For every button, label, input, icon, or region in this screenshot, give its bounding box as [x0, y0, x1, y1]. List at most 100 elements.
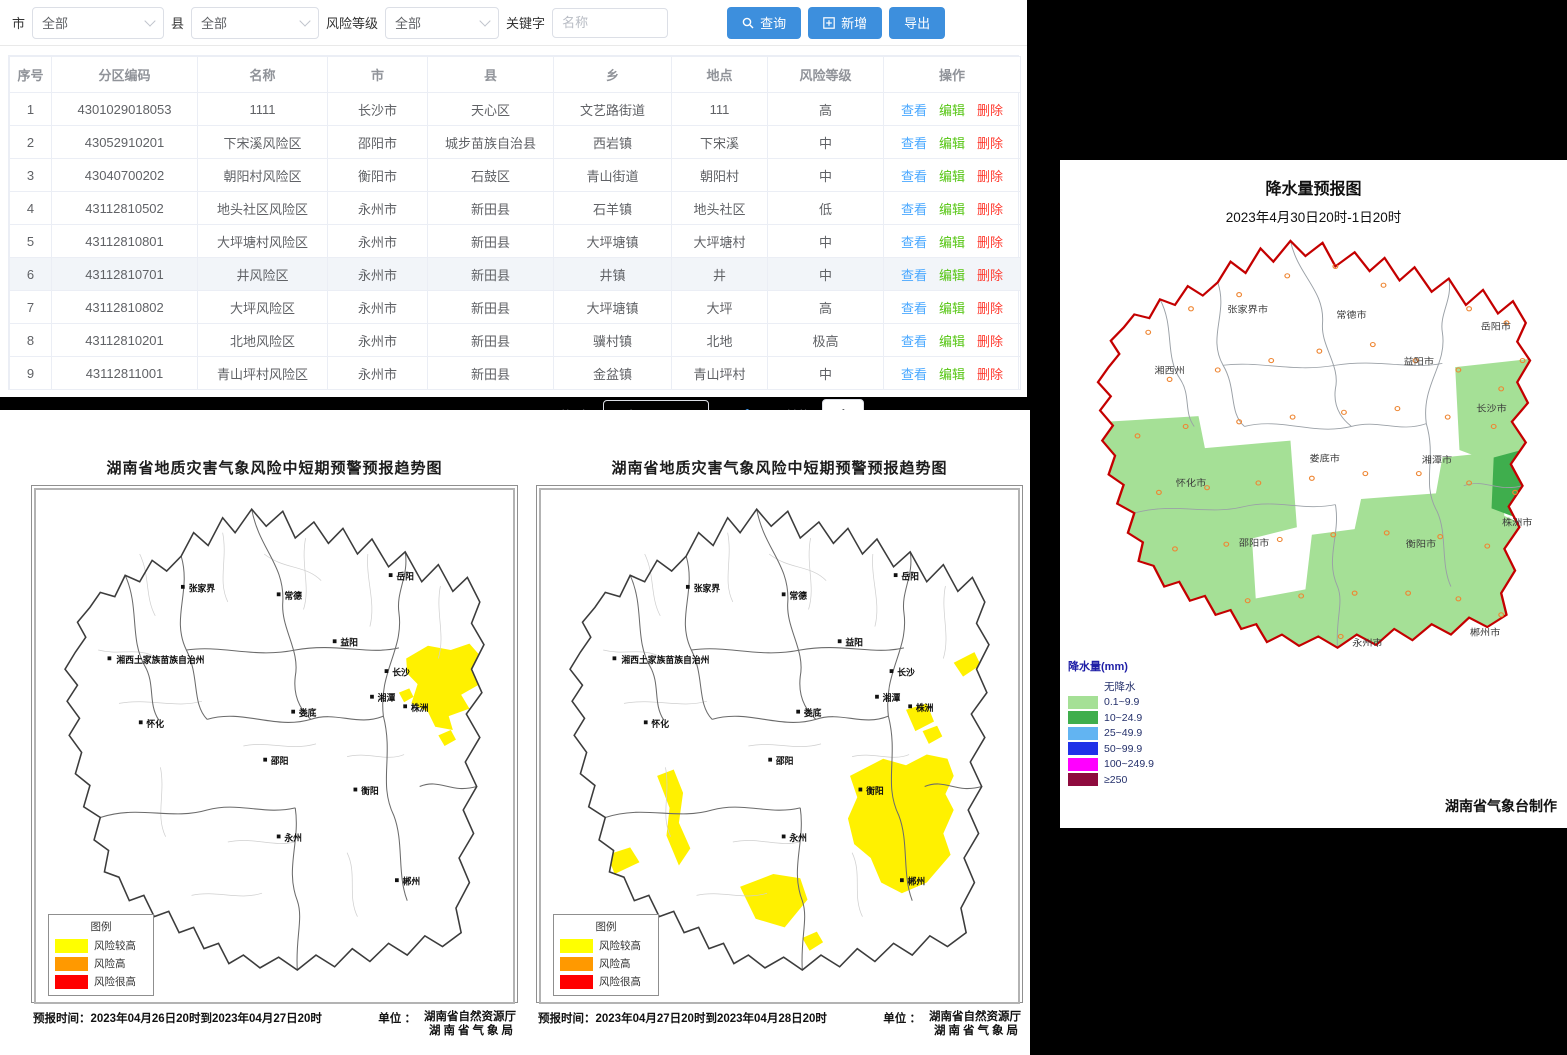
edit-link[interactable]: 编辑 [939, 235, 965, 250]
city-label: 张家界市 [1227, 304, 1268, 315]
cell-risk: 中 [768, 258, 884, 291]
unit-credit: 单位 ： 湖南省自然资源厅 湖南省气象局 [378, 1010, 516, 1039]
cell-no: 7 [10, 291, 52, 324]
legend-label: 风险较高 [599, 938, 641, 953]
city-label: 常德 [284, 590, 302, 601]
legend-label: 风险高 [599, 956, 631, 971]
view-link[interactable]: 查看 [901, 136, 927, 151]
view-link[interactable]: 查看 [901, 169, 927, 184]
city-select[interactable]: 全部 [32, 7, 164, 39]
cell-code: 43112810802 [52, 291, 198, 324]
legend-swatch [1068, 773, 1098, 786]
delete-link[interactable]: 删除 [977, 268, 1003, 283]
cell-place: 朝阳村 [672, 159, 768, 192]
delete-link[interactable]: 删除 [977, 235, 1003, 250]
view-link[interactable]: 查看 [901, 202, 927, 217]
edit-link[interactable]: 编辑 [939, 367, 965, 382]
cell-risk: 中 [768, 159, 884, 192]
legend-item: 风险较高 [560, 938, 652, 953]
edit-link[interactable]: 编辑 [939, 268, 965, 283]
table-row: 343040700202朝阳村风险区衡阳市石鼓区青山街道朝阳村中查看编辑删除 [10, 159, 1021, 192]
edit-link[interactable]: 编辑 [939, 169, 965, 184]
cell-place: 111 [672, 93, 768, 126]
city-label: 怀化 [146, 718, 164, 729]
legend-label: 0.1~9.9 [1104, 696, 1139, 708]
delete-link[interactable]: 删除 [977, 367, 1003, 382]
cell-place: 地头社区 [672, 192, 768, 225]
cell-name: 下宋溪风险区 [198, 126, 328, 159]
cell-city: 永州市 [328, 291, 428, 324]
cell-code: 43112810201 [52, 324, 198, 357]
table-row: 743112810802大坪风险区永州市新田县大坪塘镇大坪高查看编辑删除 [10, 291, 1021, 324]
column-header: 县 [428, 57, 554, 93]
chevron-down-icon [479, 15, 490, 26]
view-link[interactable]: 查看 [901, 268, 927, 283]
cell-risk: 中 [768, 225, 884, 258]
cell-city: 永州市 [328, 225, 428, 258]
column-header: 市 [328, 57, 428, 93]
view-link[interactable]: 查看 [901, 334, 927, 349]
cell-no: 2 [10, 126, 52, 159]
add-button[interactable]: 新增 [808, 7, 882, 39]
delete-link[interactable]: 删除 [977, 103, 1003, 118]
delete-link[interactable]: 删除 [977, 136, 1003, 151]
view-link[interactable]: 查看 [901, 367, 927, 382]
city-label: 永州市 [1352, 637, 1383, 648]
cell-place: 青山坪村 [672, 357, 768, 390]
legend-label: 100~249.9 [1104, 758, 1154, 770]
table-row: 543112810801大坪塘村风险区永州市新田县大坪塘镇大坪塘村中查看编辑删除 [10, 225, 1021, 258]
cell-code: 43052910201 [52, 126, 198, 159]
city-label: 岳阳 [901, 570, 919, 581]
cell-town: 石羊镇 [554, 192, 672, 225]
cell-risk: 中 [768, 357, 884, 390]
table-row: 243052910201下宋溪风险区邵阳市城步苗族自治县西岩镇下宋溪中查看编辑删… [10, 126, 1021, 159]
cell-city: 永州市 [328, 357, 428, 390]
view-link[interactable]: 查看 [901, 103, 927, 118]
view-link[interactable]: 查看 [901, 301, 927, 316]
edit-link[interactable]: 编辑 [939, 136, 965, 151]
export-button[interactable]: 导出 [889, 7, 945, 39]
city-label: 益阳市 [1404, 356, 1435, 367]
cell-actions: 查看编辑删除 [884, 357, 1021, 390]
legend-label: ≥250 [1104, 774, 1127, 786]
risk-level-select[interactable]: 全部 [385, 7, 499, 39]
edit-link[interactable]: 编辑 [939, 301, 965, 316]
delete-link[interactable]: 删除 [977, 202, 1003, 217]
edit-link[interactable]: 编辑 [939, 202, 965, 217]
chevron-down-icon [299, 15, 310, 26]
city-label: 湘潭市 [1422, 455, 1453, 466]
view-link[interactable]: 查看 [901, 235, 927, 250]
precip-title: 降水量预报图 [1060, 175, 1567, 199]
cell-city: 衡阳市 [328, 159, 428, 192]
cell-risk: 中 [768, 126, 884, 159]
legend-item: 0.1~9.9 [1068, 695, 1154, 711]
cell-actions: 查看编辑删除 [884, 93, 1021, 126]
delete-link[interactable]: 删除 [977, 334, 1003, 349]
cell-county: 新田县 [428, 258, 554, 291]
city-label: 衡阳市 [1406, 539, 1437, 550]
cell-code: 43112810801 [52, 225, 198, 258]
cell-code: 43112810502 [52, 192, 198, 225]
map-frame: 张家界常德岳阳湘西土家族苗族自治州益阳长沙怀化娄底湘潭株洲邵阳衡阳永州郴州 图例… [31, 485, 518, 1003]
legend-swatch [1068, 758, 1098, 771]
cell-no: 6 [10, 258, 52, 291]
cell-code: 43112810701 [52, 258, 198, 291]
cell-place: 北地 [672, 324, 768, 357]
keyword-input[interactable] [552, 8, 668, 38]
cell-actions: 查看编辑删除 [884, 291, 1021, 324]
legend-label: 25~49.9 [1104, 727, 1142, 739]
risk-table-panel: 市 全部 县 全部 风险等级 全部 关键字 查询 [0, 0, 1027, 397]
delete-link[interactable]: 删除 [977, 301, 1003, 316]
search-button[interactable]: 查询 [727, 7, 801, 39]
edit-link[interactable]: 编辑 [939, 334, 965, 349]
delete-link[interactable]: 删除 [977, 169, 1003, 184]
legend-item: 无降水 [1068, 679, 1154, 695]
legend-label: 风险高 [94, 956, 126, 971]
cell-actions: 查看编辑删除 [884, 159, 1021, 192]
legend-swatch [1068, 727, 1098, 740]
edit-link[interactable]: 编辑 [939, 103, 965, 118]
cell-place: 大坪 [672, 291, 768, 324]
table-header: 序号分区编码名称市县乡地点风险等级操作 [10, 57, 1021, 93]
city-label: 湘西州 [1154, 365, 1184, 376]
county-select[interactable]: 全部 [191, 7, 319, 39]
